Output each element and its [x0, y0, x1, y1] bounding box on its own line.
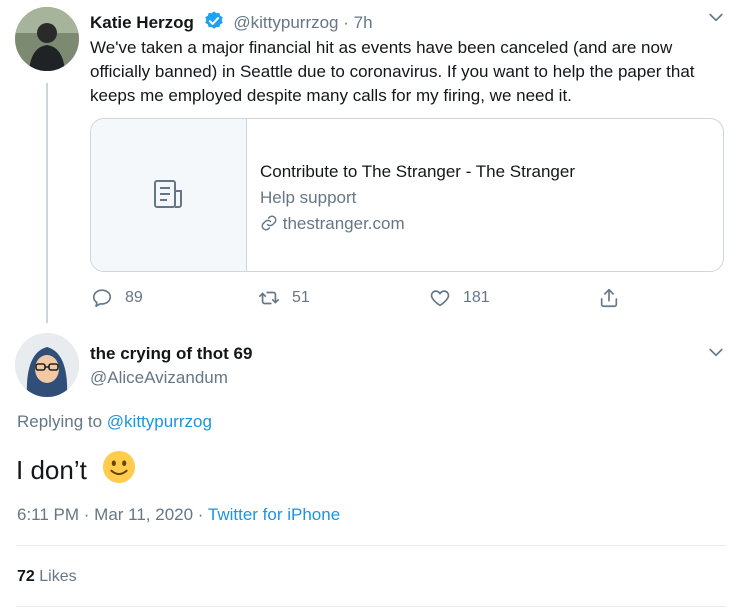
parent-tweet-header: Katie Herzog @kittypurrzog · 7h — [90, 10, 373, 33]
replying-to-handle[interactable]: @kittypurrzog — [107, 412, 212, 431]
retweet-button[interactable]: 51 — [258, 287, 310, 309]
share-button[interactable] — [598, 287, 620, 309]
chevron-down-icon[interactable] — [706, 342, 726, 362]
likes-count: 72 — [17, 568, 35, 585]
verified-badge-icon — [204, 11, 223, 29]
like-count: 181 — [463, 289, 490, 306]
main-tweet-text-row: I don’t — [16, 450, 136, 486]
card-domain: thestranger.com — [282, 214, 405, 233]
avatar-image — [15, 333, 79, 397]
likes-row[interactable]: 72 Likes — [17, 568, 77, 586]
link-preview-card[interactable]: Contribute to The Stranger - The Strange… — [90, 118, 724, 272]
divider — [16, 606, 726, 607]
thread-connector-line — [46, 83, 48, 323]
main-author-name[interactable]: the crying of thot 69 — [90, 344, 252, 364]
reply-count: 89 — [125, 289, 143, 306]
card-description: Help support — [260, 188, 357, 207]
author-handle[interactable]: @kittypurrzog — [233, 13, 338, 32]
parent-tweet-text: We've taken a major financial hit as eve… — [90, 38, 695, 105]
tweet-source[interactable]: Twitter for iPhone — [208, 505, 340, 524]
chevron-down-icon[interactable] — [706, 7, 726, 27]
card-text: Contribute to The Stranger - The Strange… — [260, 159, 575, 237]
likes-label: Likes — [39, 568, 77, 585]
card-thumbnail — [91, 119, 247, 271]
retweet-icon — [259, 291, 279, 305]
document-icon — [153, 180, 182, 208]
main-author-handle[interactable]: @AliceAvizandum — [90, 368, 228, 388]
timestamp[interactable]: 6:11 PM · Mar 11, 2020 · — [17, 505, 203, 524]
reply-button[interactable]: 89 — [91, 287, 143, 309]
heart-icon — [430, 290, 450, 307]
avatar-katie-herzog[interactable] — [15, 7, 79, 71]
share-icon — [600, 288, 618, 308]
like-button[interactable]: 181 — [429, 287, 490, 309]
replying-to-line: Replying to @kittypurrzog — [17, 412, 212, 432]
replying-to-label: Replying to — [17, 412, 103, 431]
slightly-smiling-face-icon — [103, 450, 136, 484]
author-name[interactable]: Katie Herzog — [90, 13, 194, 32]
card-domain-row: thestranger.com — [260, 211, 575, 237]
avatar-image — [15, 7, 79, 71]
avatar-alice-avizandum[interactable] — [15, 333, 79, 397]
card-title: Contribute to The Stranger - The Strange… — [260, 162, 575, 181]
timestamp-row: 6:11 PM · Mar 11, 2020 · Twitter for iPh… — [17, 505, 340, 525]
retweet-count: 51 — [292, 289, 310, 306]
divider — [16, 545, 726, 546]
main-tweet-text: I don’t — [16, 455, 87, 485]
link-icon — [261, 215, 277, 231]
reply-icon — [92, 289, 112, 308]
tweet-time[interactable]: · 7h — [343, 13, 372, 32]
